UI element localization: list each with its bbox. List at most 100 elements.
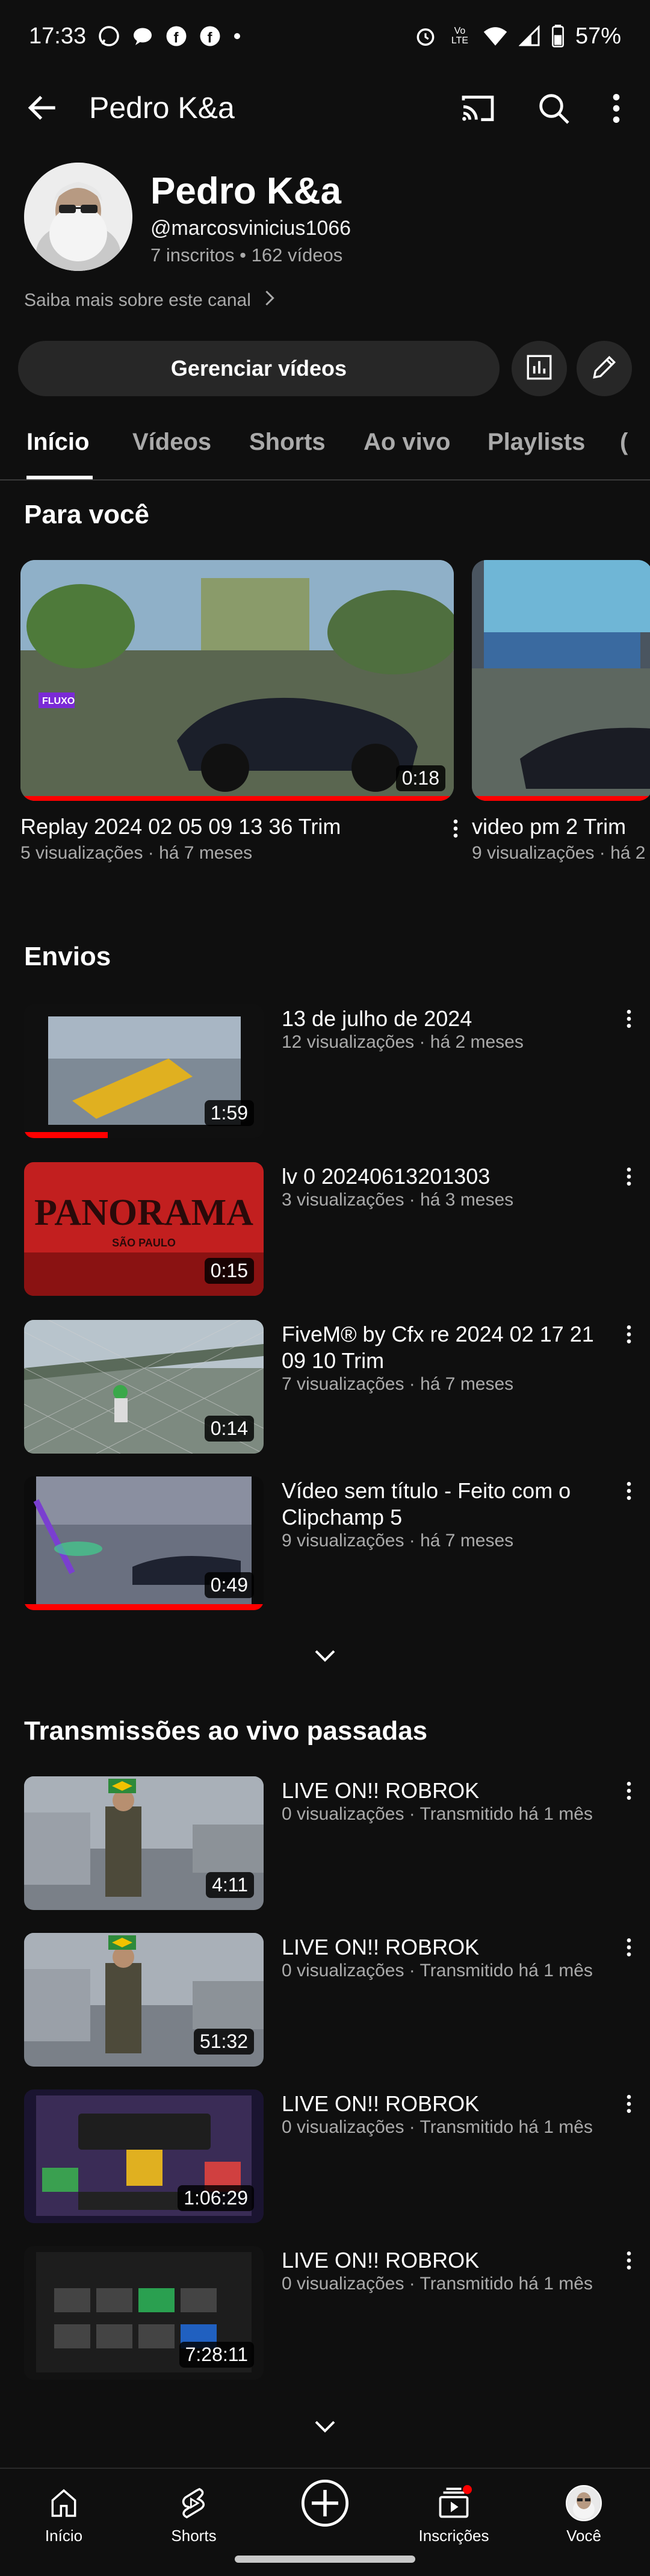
- status-time: 17:33: [29, 23, 87, 49]
- section-title-uploads: Envios: [24, 942, 111, 971]
- video-thumbnail[interactable]: FLUXO 0:18: [20, 560, 454, 801]
- video-meta: 5 visualizações · há 7 meses: [20, 843, 253, 863]
- video-duration: 0:18: [395, 765, 445, 791]
- cast-icon[interactable]: [459, 89, 497, 128]
- section-title-past-live: Transmissões ao vivo passadas: [24, 1716, 428, 1746]
- video-duration: 0:49: [204, 1572, 254, 1598]
- tab-videos[interactable]: Vídeos: [132, 429, 211, 456]
- video-thumbnail[interactable]: 1:06:29: [24, 2089, 264, 2223]
- watch-progress-bar: [20, 796, 454, 801]
- video-meta: 0 visualizações · Transmitido há 1 mês: [282, 1804, 593, 1824]
- bar-chart-icon: [524, 352, 554, 385]
- video-title[interactable]: Replay 2024 02 05 09 13 36 Trim: [20, 814, 341, 839]
- video-title[interactable]: video pm 2 Trim: [472, 814, 626, 839]
- video-duration: 7:28:11: [179, 2342, 254, 2368]
- video-thumbnail[interactable]: 1:59: [24, 1004, 264, 1138]
- more-vert-icon[interactable]: [620, 1935, 638, 1965]
- tab-playlists[interactable]: Playlists: [488, 429, 585, 456]
- tab-ao-vivo[interactable]: Ao vivo: [364, 429, 450, 456]
- nav-shorts[interactable]: Shorts: [134, 2482, 254, 2545]
- video-title[interactable]: 13 de julho de 2024: [282, 1006, 607, 1032]
- video-thumbnail[interactable]: 4:11: [24, 1776, 264, 1910]
- back-arrow-icon[interactable]: [24, 89, 61, 126]
- video-thumbnail[interactable]: 51:32: [24, 1933, 264, 2067]
- nav-home-label: Início: [45, 2527, 83, 2545]
- gesture-home-bar[interactable]: [235, 2556, 415, 2563]
- video-thumbnail[interactable]: [472, 560, 650, 801]
- facebook-icon: f: [199, 25, 221, 47]
- channel-name: Pedro K&a: [150, 170, 341, 212]
- video-meta: 9 visualizações · há 7 meses: [282, 1531, 514, 1551]
- tab-inicio[interactable]: Início: [26, 429, 89, 456]
- video-duration: 1:06:29: [178, 2185, 254, 2211]
- add-circle-icon: [265, 2479, 385, 2527]
- more-vert-icon[interactable]: [620, 2092, 638, 2122]
- video-thumbnail[interactable]: PANORAMA SÃO PAULO 0:15: [24, 1162, 264, 1296]
- user-avatar-icon: [524, 2482, 644, 2524]
- app-bar: Pedro K&a: [0, 72, 650, 143]
- video-meta: 12 visualizações · há 2 meses: [282, 1032, 524, 1052]
- edit-channel-button[interactable]: [577, 341, 632, 396]
- analytics-button[interactable]: [512, 341, 567, 396]
- video-thumbnail[interactable]: 0:14: [24, 1320, 264, 1454]
- alarm-icon: [414, 25, 437, 48]
- tab-active-indicator: [26, 476, 93, 479]
- manage-videos-button[interactable]: Gerenciar vídeos: [18, 341, 500, 396]
- message-icon: [132, 25, 153, 47]
- video-duration: 0:14: [204, 1416, 254, 1442]
- whatsapp-icon: [98, 25, 120, 47]
- chevron-down-icon[interactable]: [307, 1645, 343, 1669]
- battery-level: 57%: [575, 23, 621, 49]
- nav-subscriptions[interactable]: Inscrições: [394, 2482, 514, 2545]
- thumbnail-title-text: PANORAMA: [34, 1192, 253, 1233]
- video-meta: 0 visualizações · Transmitido há 1 mês: [282, 1961, 593, 1980]
- video-thumbnail[interactable]: 7:28:11: [24, 2246, 264, 2380]
- wifi-icon: [483, 25, 508, 47]
- signal-icon: [518, 25, 540, 47]
- video-title[interactable]: LIVE ON!! ROBROK: [282, 2247, 607, 2274]
- channel-tabs: Início Vídeos Shorts Ao vivo Playlists (: [0, 415, 650, 481]
- nav-you[interactable]: Você: [524, 2482, 644, 2545]
- video-thumbnail[interactable]: 0:49: [24, 1476, 264, 1610]
- nav-subscriptions-label: Inscrições: [418, 2527, 489, 2545]
- thumbnail-subtitle-text: SÃO PAULO: [112, 1236, 176, 1249]
- more-vert-icon[interactable]: [620, 1322, 638, 1352]
- nav-you-label: Você: [566, 2527, 601, 2545]
- more-vert-icon[interactable]: [620, 1007, 638, 1037]
- video-meta: 9 visualizações · há 2 a: [472, 843, 650, 863]
- battery-icon: [551, 25, 565, 48]
- more-vert-icon[interactable]: [620, 2248, 638, 2279]
- app-bar-title: Pedro K&a: [89, 91, 235, 125]
- dot-icon: [233, 32, 241, 40]
- video-title[interactable]: LIVE ON!! ROBROK: [282, 1778, 607, 1804]
- video-duration: 1:59: [204, 1100, 254, 1126]
- chevron-down-icon[interactable]: [307, 2416, 343, 2440]
- video-title[interactable]: FiveM® by Cfx re 2024 02 17 21 09 10 Tri…: [282, 1321, 607, 1374]
- create-button[interactable]: [265, 2479, 385, 2527]
- nav-home[interactable]: Início: [4, 2482, 124, 2545]
- channel-about-link[interactable]: Saiba mais sobre este canal: [24, 289, 277, 312]
- more-vert-icon[interactable]: [620, 1165, 638, 1195]
- video-meta: 7 visualizações · há 7 meses: [282, 1374, 514, 1394]
- video-title[interactable]: lv 0 20240613201303: [282, 1163, 607, 1190]
- tab-overflow-fragment[interactable]: (: [620, 429, 628, 456]
- svg-text:f: f: [174, 30, 179, 46]
- more-vert-icon[interactable]: [620, 1479, 638, 1509]
- more-vert-icon[interactable]: [602, 89, 631, 128]
- video-meta: 0 visualizações · Transmitido há 1 mês: [282, 2274, 593, 2294]
- search-icon[interactable]: [534, 89, 573, 128]
- channel-about-label: Saiba mais sobre este canal: [24, 290, 251, 310]
- video-duration: 0:15: [204, 1258, 254, 1284]
- video-title[interactable]: Vídeo sem título - Feito com o Clipchamp…: [282, 1478, 607, 1531]
- channel-avatar[interactable]: [24, 163, 132, 271]
- more-vert-icon[interactable]: [620, 1779, 638, 1809]
- video-title[interactable]: LIVE ON!! ROBROK: [282, 2091, 607, 2117]
- channel-handle: @marcosvinicius1066: [150, 217, 351, 240]
- more-vert-icon[interactable]: [447, 817, 465, 847]
- video-title[interactable]: LIVE ON!! ROBROK: [282, 1934, 607, 1961]
- section-title-for-you: Para você: [24, 500, 149, 529]
- watch-progress-bar: [472, 796, 650, 801]
- video-duration: 51:32: [193, 2029, 254, 2055]
- tab-shorts[interactable]: Shorts: [249, 429, 326, 456]
- pencil-icon: [589, 352, 619, 385]
